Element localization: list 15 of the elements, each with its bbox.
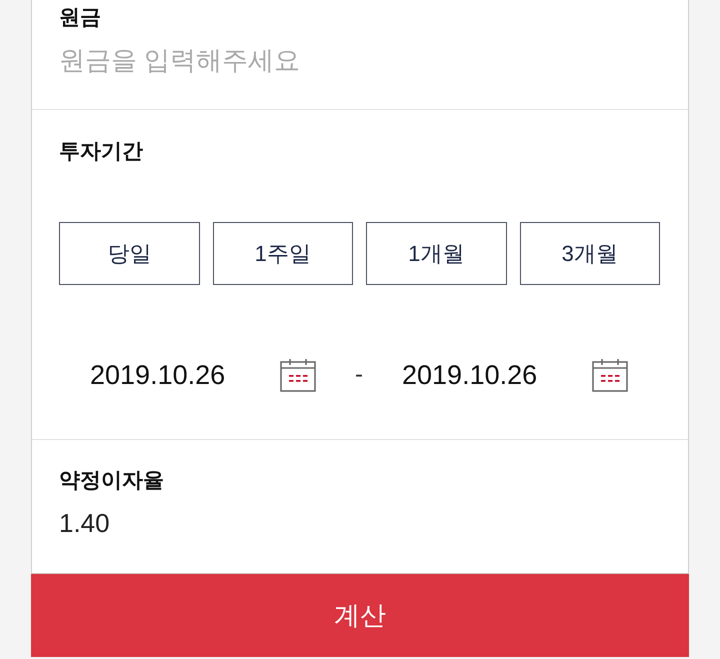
end-date-field[interactable]: 2019.10.26	[402, 358, 628, 392]
period-button[interactable]: 3개월	[520, 222, 660, 285]
date-separator: -	[354, 361, 364, 389]
principal-input[interactable]: 원금을 입력해주세요	[59, 42, 660, 78]
period-label: 투자기간	[59, 139, 143, 165]
interest-rate-label: 약정이자율	[59, 468, 164, 494]
calculate-button[interactable]: 계산	[31, 574, 689, 657]
period-button[interactable]: 당일	[59, 222, 200, 285]
period-button[interactable]: 1개월	[366, 222, 506, 285]
start-date-field[interactable]: 2019.10.26	[90, 358, 316, 392]
calendar-icon[interactable]	[280, 358, 316, 392]
interest-rate-input[interactable]: 1.40	[59, 505, 660, 541]
principal-label: 원금	[59, 5, 101, 31]
calendar-icon[interactable]	[592, 358, 628, 392]
period-button[interactable]: 1주일	[212, 222, 353, 285]
